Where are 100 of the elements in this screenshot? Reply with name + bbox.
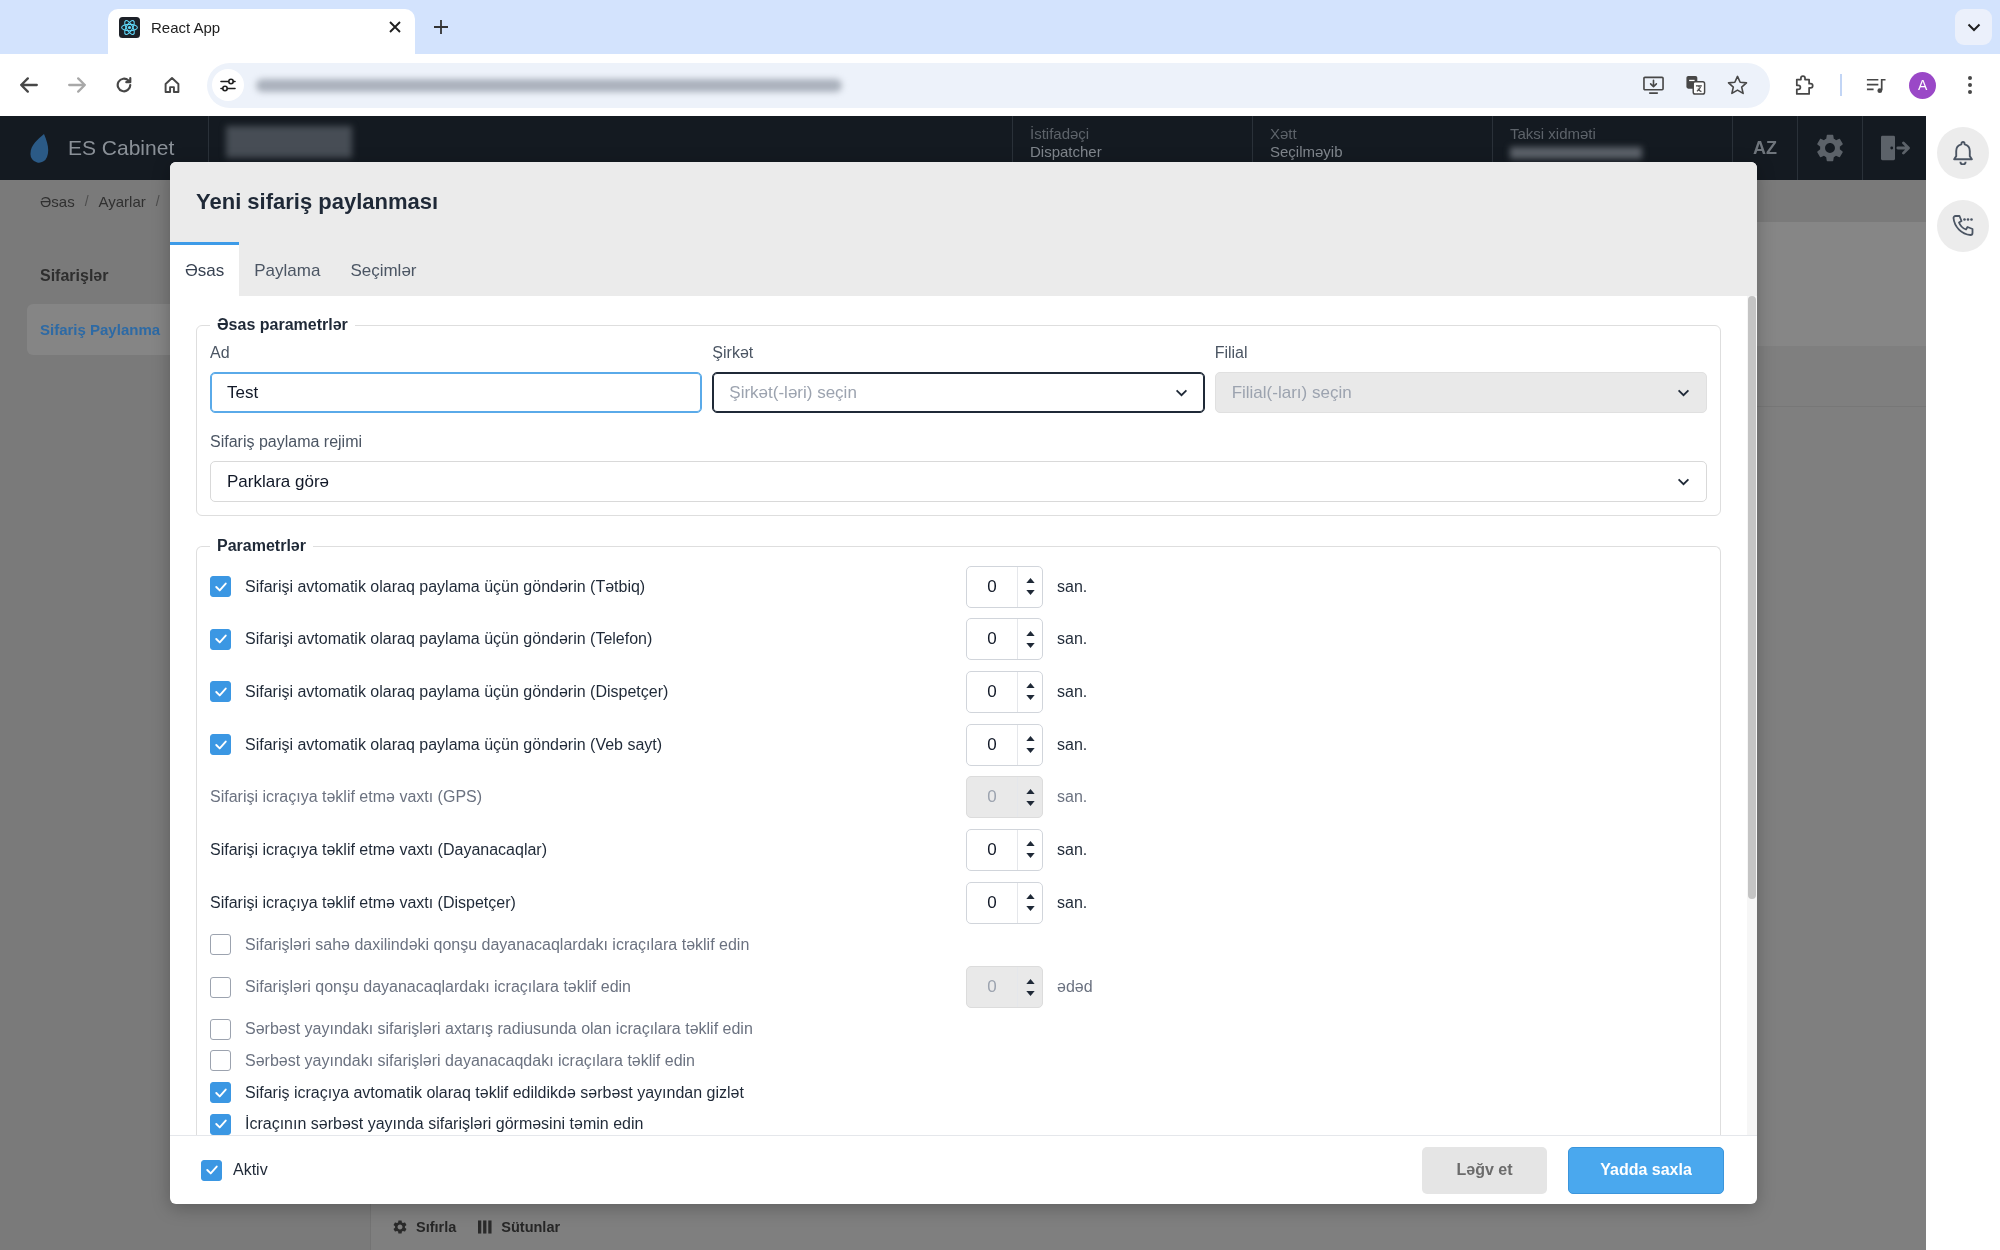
caret-down-icon[interactable] [1025, 906, 1035, 912]
unit-label: san. [1057, 788, 1088, 807]
checkmark-icon [214, 739, 227, 750]
header-value: Seçilməyib [1270, 143, 1343, 161]
checkmark-icon [214, 1087, 227, 1098]
translate-icon[interactable] [1685, 75, 1707, 95]
caret-up-icon[interactable] [1025, 736, 1035, 742]
checkbox[interactable] [210, 1018, 231, 1040]
caret-down-icon[interactable] [1025, 748, 1035, 754]
reload-icon[interactable] [115, 77, 134, 93]
puzzle-icon[interactable] [1794, 75, 1816, 95]
checkbox[interactable] [201, 1159, 222, 1181]
tab[interactable]: Seçimlər [335, 242, 432, 296]
caret-down-icon[interactable] [1025, 590, 1035, 595]
field-label: Şirkət [712, 343, 755, 363]
language-button[interactable]: AZ [1753, 137, 1777, 159]
call-button[interactable] [1937, 200, 1989, 252]
back-icon[interactable] [19, 77, 38, 93]
number-field[interactable]: 0 [966, 723, 1043, 766]
save-button[interactable]: Yadda saxla [1568, 1146, 1724, 1194]
field-label: Sifariş paylama rejimi [210, 432, 364, 452]
atom-icon [119, 16, 140, 38]
caret-down-icon[interactable] [1025, 642, 1035, 648]
checkbox[interactable] [210, 681, 231, 703]
browser-tab[interactable]: React App [108, 9, 415, 54]
chevron-down-icon [1174, 388, 1188, 397]
setting-label: Sifariş icraçıya avtomatik olaraq təklif edildikdə sərbəst yayından gizlət [245, 1082, 744, 1103]
number-field[interactable]: 0 [966, 565, 1043, 608]
breadcrumb-separator: / [84, 193, 89, 209]
setting-label: Sifarişi avtomatik olaraq paylama üçün göndərin (Veb sayt) [245, 734, 663, 755]
checkbox[interactable] [210, 934, 231, 956]
checkmark-icon [214, 581, 227, 592]
chevron-down-icon [1677, 388, 1690, 397]
tab-list-button[interactable] [1955, 9, 1992, 45]
checkbox[interactable] [210, 628, 231, 650]
profile-avatar[interactable]: A [1909, 71, 1937, 99]
tab[interactable]: Paylama [239, 242, 336, 296]
checkbox[interactable] [210, 1082, 231, 1104]
cancel-button[interactable]: Ləğv et [1422, 1146, 1547, 1194]
logout-icon[interactable] [1878, 134, 1911, 162]
section-title: Əsas parametrlər [216, 315, 349, 335]
caret-up-icon[interactable] [1025, 894, 1035, 900]
plus-icon[interactable] [433, 19, 449, 35]
reset-button[interactable]: Sıfırla [393, 1219, 457, 1235]
tab[interactable]: Əsas [170, 242, 240, 296]
unit-label: san. [1057, 893, 1088, 912]
caret-down-icon[interactable] [1025, 695, 1035, 701]
number-field[interactable]: 0 [966, 670, 1043, 713]
settings-icon[interactable] [1816, 134, 1844, 162]
header-label: Taksi xidməti [1510, 125, 1596, 143]
caret-up-icon[interactable] [1025, 841, 1035, 847]
tune-icon[interactable] [211, 69, 244, 101]
unit-label: san. [1057, 577, 1088, 596]
drop-logo-icon [29, 133, 51, 163]
number-field[interactable]: 0 [966, 881, 1043, 924]
breadcrumb-link[interactable]: Əsas [40, 192, 75, 210]
gear-icon [393, 1220, 407, 1234]
unit-label: ədəd [1057, 978, 1093, 996]
dropdown-field[interactable]: Şirkət(-ləri) seçin [712, 372, 1205, 413]
setting-label: Sifarişi avtomatik olaraq paylama üçün göndərin (Dispetçer) [245, 681, 669, 702]
caret-up-icon[interactable] [1025, 630, 1035, 636]
caret-down-icon[interactable] [1025, 853, 1035, 859]
close-icon[interactable] [389, 21, 401, 33]
modal-title: Yeni sifariş paylanması [196, 189, 439, 215]
setting-label: Sərbəst yayındakı sifarişləri axtarış radiusunda olan icraçılara təklif edin [245, 1019, 753, 1040]
scrollbar-thumb[interactable] [1748, 296, 1756, 899]
unit-label: san. [1057, 630, 1088, 649]
chevron-down-icon [1677, 477, 1690, 486]
caret-up-icon[interactable] [1025, 578, 1035, 583]
checkbox[interactable] [210, 734, 231, 756]
checkmark-icon [205, 1165, 218, 1175]
setting-label: Sifarişi icraçıya təklif etmə vaxtı (Dispetçer) [210, 892, 516, 913]
brand-name: ES Cabinet [68, 136, 175, 160]
home-icon[interactable] [162, 77, 181, 93]
checkbox[interactable] [210, 1113, 231, 1135]
setting-label: Sifarişləri qonşu dayanacaqlardakı icraçılara təklif edin [245, 977, 631, 997]
number-field[interactable]: 0 [966, 618, 1043, 661]
more-menu-icon[interactable] [1967, 76, 1972, 94]
install-icon[interactable] [1643, 75, 1665, 95]
setting-label: Sifarişi icraçıya təklif etmə vaxtı (GPS) [210, 787, 483, 808]
caret-up-icon[interactable] [1025, 683, 1035, 689]
unit-label: san. [1057, 682, 1088, 701]
checkbox[interactable] [210, 576, 231, 597]
checkmark-icon [214, 1119, 227, 1130]
checkbox[interactable] [210, 1050, 231, 1072]
columns-button[interactable]: Sütunlar [478, 1219, 561, 1235]
columns-icon [478, 1220, 493, 1234]
header-label: Xətt [1270, 125, 1297, 143]
input-field[interactable]: Test [210, 372, 703, 413]
number-field[interactable]: 0 [966, 828, 1043, 871]
header-value: Dispatcher [1030, 143, 1102, 161]
setting-label: Sifarişi avtomatik olaraq paylama üçün göndərin (Tətbiq) [245, 576, 646, 597]
star-icon[interactable] [1727, 75, 1749, 95]
setting-label: Sifarişi avtomatik olaraq paylama üçün göndərin (Telefon) [245, 629, 653, 650]
setting-label: İcraçının sərbəst yayında sifarişləri görməsini təmin edin [245, 1114, 644, 1135]
setting-label: Sifarişi icraçıya təklif etmə vaxtı (Dayanacaqlar) [210, 839, 547, 860]
dropdown-field[interactable]: Parklara görə [210, 461, 1707, 502]
breadcrumb-link[interactable]: Ayarlar [98, 192, 146, 210]
header-label: İstifadəçi [1030, 125, 1090, 143]
notifications-button[interactable] [1937, 127, 1989, 179]
